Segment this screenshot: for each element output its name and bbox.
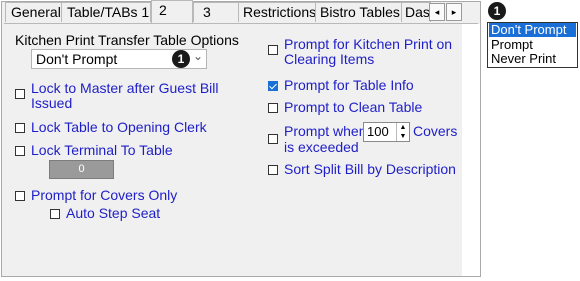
sort-split-label: Sort Split Bill by Description: [284, 161, 456, 177]
sort-split-checkbox[interactable]: [268, 165, 278, 175]
dropdown-option[interactable]: Prompt: [489, 38, 576, 52]
terminal-number-value: 0: [78, 163, 85, 175]
tab-table-tabs-1[interactable]: Table/TABs 1: [61, 2, 151, 22]
tab-scroll-left-button[interactable]: ◂: [429, 3, 445, 21]
tab-label: 3: [203, 4, 211, 20]
covers-exceeded-checkbox[interactable]: [268, 134, 278, 144]
tab-label: Table/TABs 1: [67, 4, 150, 20]
tab-general[interactable]: General: [5, 2, 62, 22]
lock-clerk-label: Lock Table to Opening Clerk: [31, 119, 207, 135]
covers-exceeded-label: is exceeded: [284, 139, 359, 155]
kitchen-clear-label-line2: Clearing Items: [284, 51, 375, 67]
callout-badge: 1: [172, 50, 190, 68]
lock-master-label: Lock to Master after Guest Bill: [31, 80, 219, 96]
auto-step-seat-label: Auto Step Seat: [66, 205, 161, 221]
chevron-left-icon: ◂: [434, 7, 440, 17]
lock-master-label-line2: Issued: [31, 95, 73, 111]
tab-das[interactable]: Das: [401, 2, 431, 22]
clean-table-checkbox[interactable]: [268, 103, 278, 113]
table-info-label: Prompt for Table Info: [284, 77, 414, 93]
covers-only-label: Prompt for Covers Only: [31, 187, 178, 203]
tab-scroll-right-button[interactable]: ▸: [446, 3, 462, 21]
kitchen-clear-label: Prompt for Kitchen Print on: [284, 36, 453, 52]
tab-bistro-tables[interactable]: Bistro Tables: [315, 2, 402, 22]
table-info-checkbox[interactable]: [268, 81, 278, 91]
chevron-right-icon: ▸: [451, 7, 457, 17]
tab-label: 2: [159, 2, 167, 18]
dropdown-option[interactable]: Don't Prompt: [489, 23, 576, 37]
panel-scroll-strip: [462, 24, 480, 276]
auto-step-seat-checkbox[interactable]: [50, 209, 60, 219]
callout-badge: 1: [488, 2, 506, 20]
lock-master-checkbox[interactable]: [15, 89, 25, 99]
tab-label: Bistro Tables: [320, 4, 400, 20]
chevron-down-icon[interactable]: ⌄: [193, 50, 205, 66]
lock-terminal-label: Lock Terminal To Table: [31, 142, 173, 158]
tab-3[interactable]: 3: [193, 2, 239, 22]
stepper-arrows[interactable]: ▲ ▼: [396, 123, 409, 141]
tab-label: General: [11, 4, 61, 20]
covers-when-label: Prompt when: [284, 123, 367, 139]
covers-threshold-stepper[interactable]: 100 ▲ ▼: [363, 122, 410, 142]
terminal-number-field: 0: [49, 160, 114, 179]
covers-suffix-label: Covers: [413, 123, 458, 139]
tab-2[interactable]: 2: [151, 0, 193, 23]
kitchen-print-transfer-label: Kitchen Print Transfer Table Options: [15, 32, 239, 48]
clean-table-label: Prompt to Clean Table: [284, 99, 423, 115]
lock-clerk-checkbox[interactable]: [15, 123, 25, 133]
tab-label: Das: [405, 4, 430, 20]
dropdown-option[interactable]: Never Print: [489, 52, 576, 66]
covers-only-checkbox[interactable]: [15, 191, 25, 201]
tab-label: Restrictions: [243, 4, 316, 20]
lock-terminal-checkbox[interactable]: [15, 146, 25, 156]
kitchen-clear-checkbox[interactable]: [268, 45, 278, 55]
stepper-up-icon[interactable]: ▲: [397, 123, 409, 132]
covers-threshold-value: 100: [367, 124, 389, 139]
kitchen-print-options-list: Don't Prompt Prompt Never Print: [487, 22, 578, 68]
tab-restrictions[interactable]: Restrictions: [238, 2, 316, 22]
kitchen-print-transfer-value: Don't Prompt: [36, 51, 118, 67]
tab-divider: [4, 23, 478, 24]
stepper-down-icon[interactable]: ▼: [397, 132, 409, 141]
